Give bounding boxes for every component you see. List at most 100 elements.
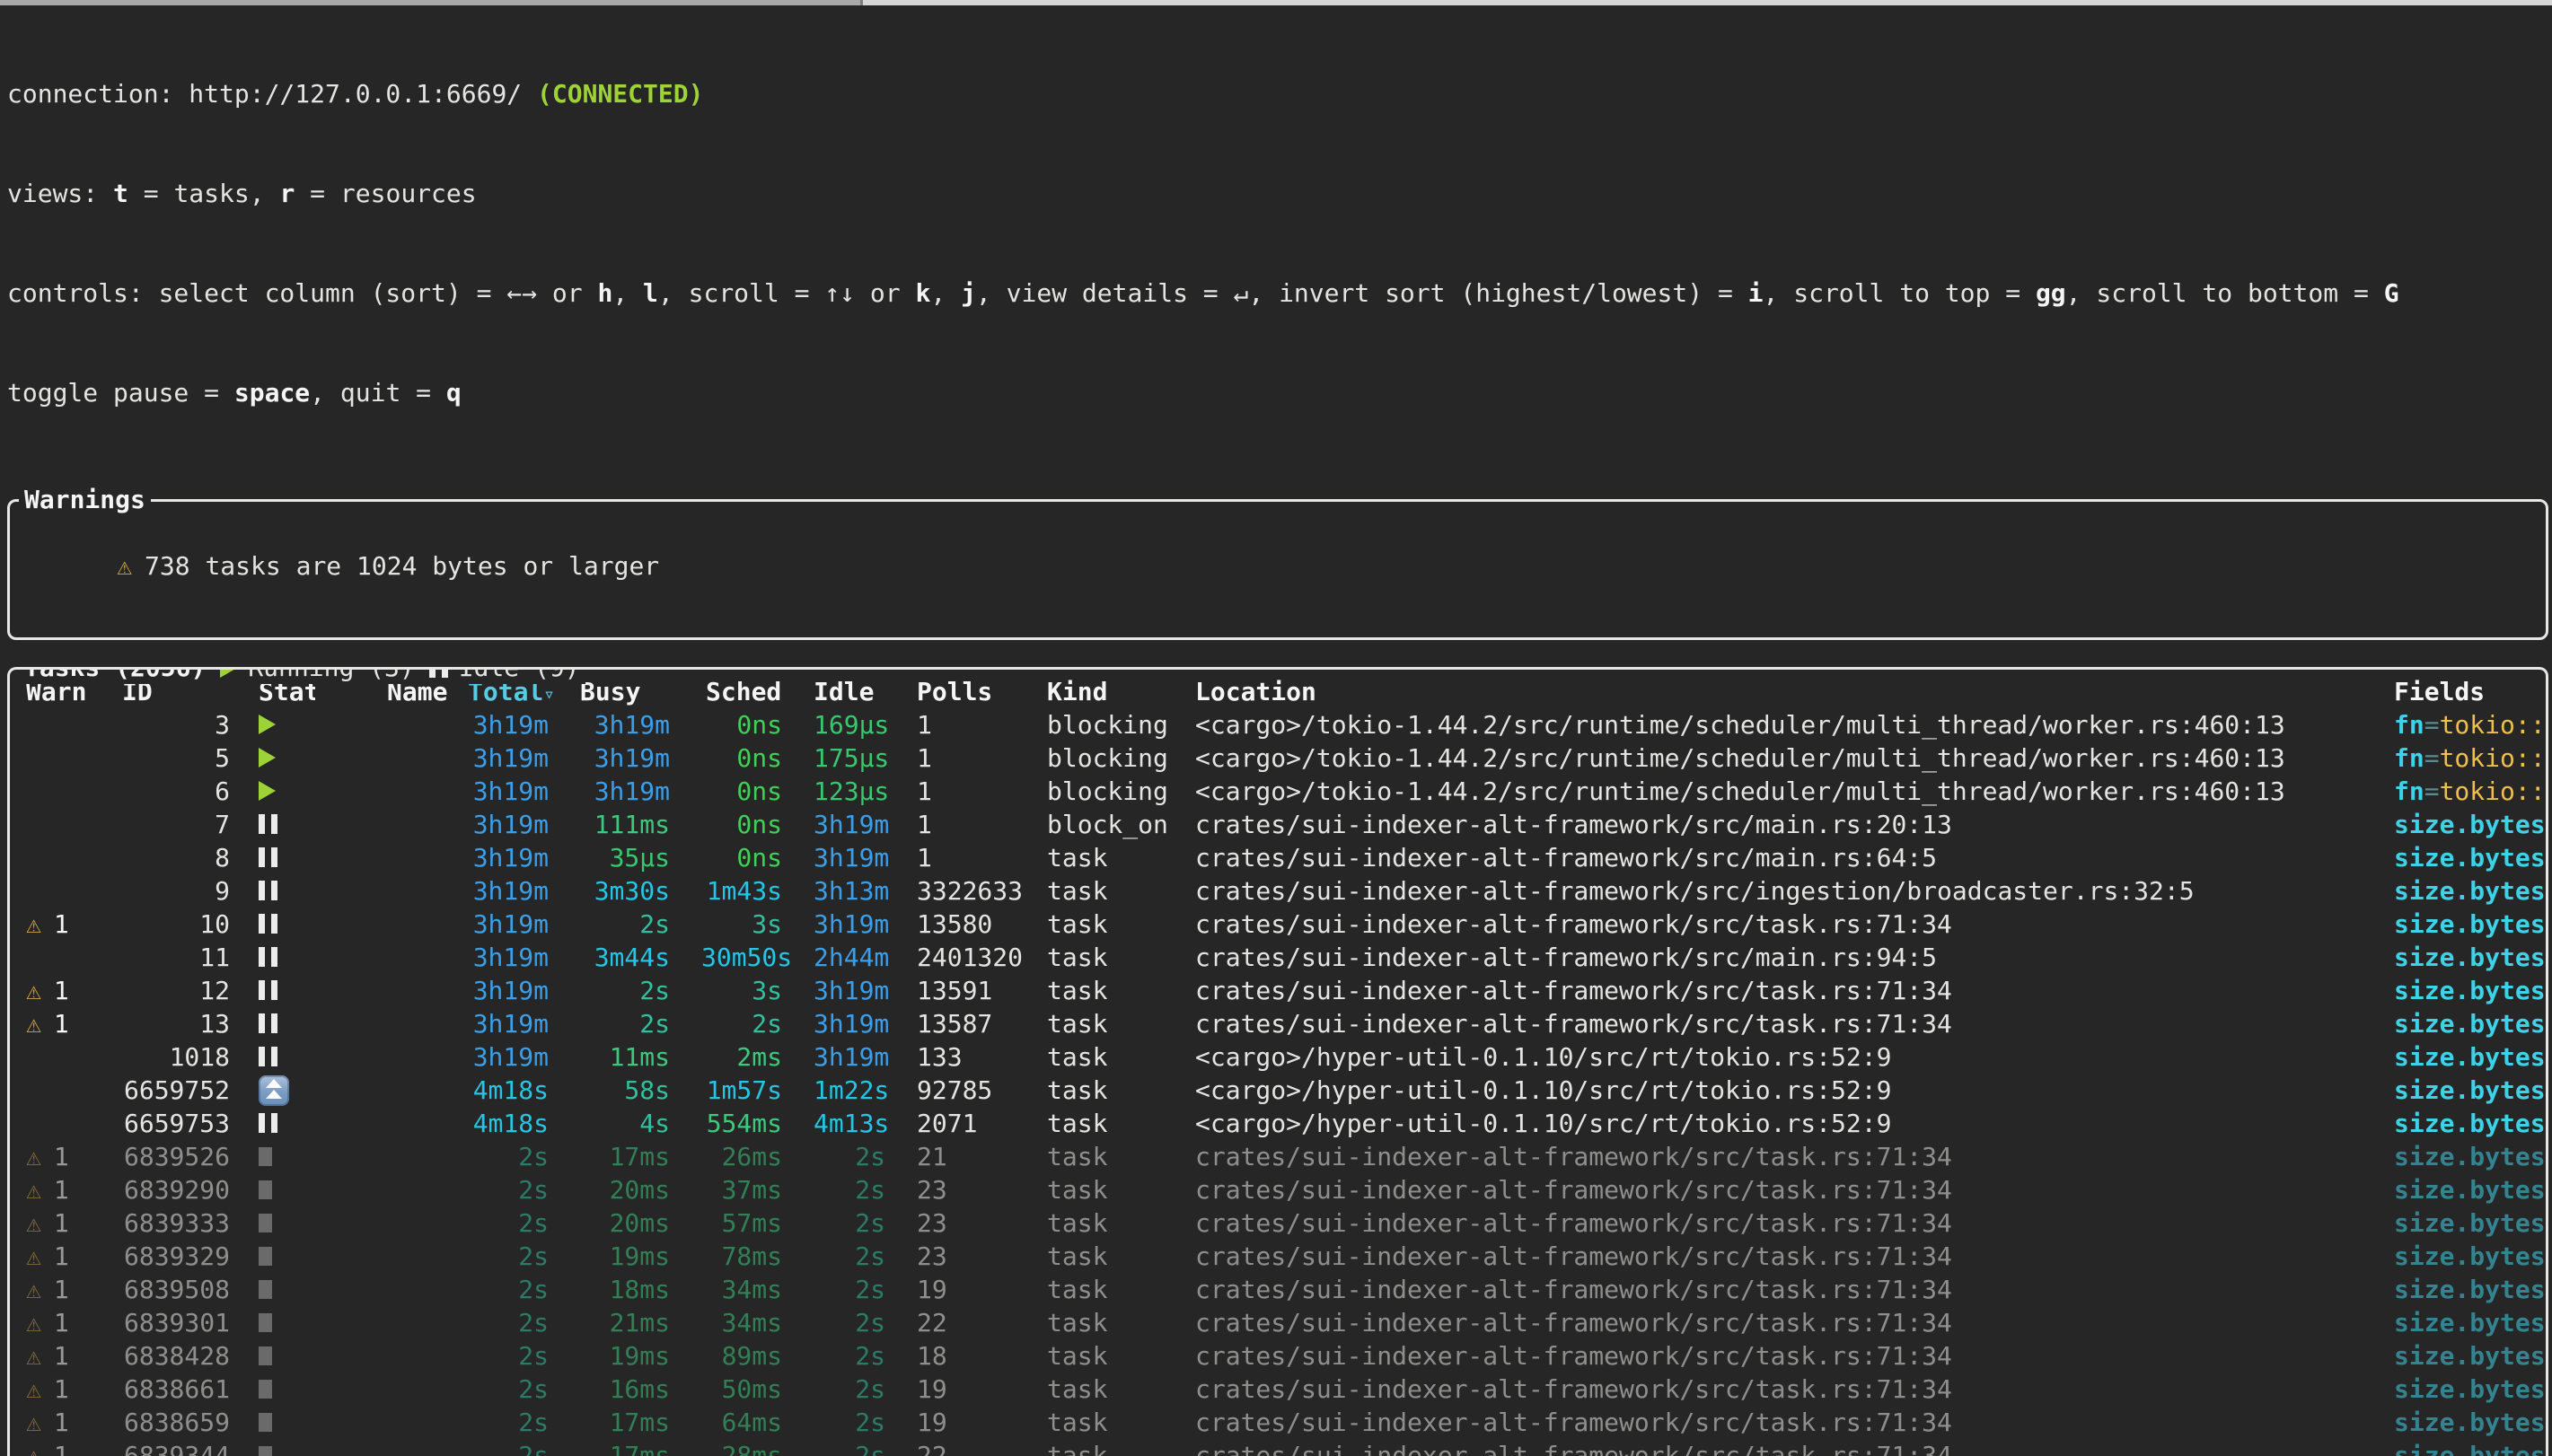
text-segment: controls: select column (sort) = (7, 278, 506, 308)
cell-location: crates/sui-indexer-alt-framework/src/tas… (1195, 1273, 2394, 1306)
cell-busy: 18ms (580, 1273, 701, 1306)
cell-warn (10, 1107, 109, 1140)
table-row[interactable]: ⚠1 6839333 2s 20ms 57ms 2s 23 task crate… (10, 1206, 2546, 1240)
cell-total: 2s (468, 1406, 580, 1439)
cell-state (230, 1007, 315, 1040)
window-chrome-right (863, 0, 2552, 5)
cell-polls: 1 (917, 741, 1047, 775)
table-row[interactable]: ⚠1 10 3h19m 2s 3s 3h19m 13580 task crate… (10, 908, 2546, 941)
cell-busy: 3h19m (580, 775, 701, 808)
cell-total: 3h19m (468, 1040, 580, 1074)
table-row[interactable]: 3 3h19m 3h19m 0ns 169µs 1 blocking <carg… (10, 708, 2546, 741)
column-header-busy[interactable]: Busy (580, 675, 701, 708)
cell-name (315, 841, 468, 874)
cell-busy: 11ms (580, 1040, 701, 1074)
cell-name (315, 874, 468, 908)
cell-location: crates/sui-indexer-alt-framework/src/tas… (1195, 1306, 2394, 1339)
field-name: size.bytes (2394, 1275, 2546, 1304)
column-header-idle[interactable]: Idle (814, 675, 917, 708)
cell-state (230, 1140, 315, 1173)
cell-fields: size.bytes= (2394, 1007, 2546, 1040)
table-row[interactable]: ⚠1 6839344 2s 17ms 28ms 2s 22 task crate… (10, 1439, 2546, 1456)
field-name: size.bytes (2394, 1441, 2546, 1456)
cell-task-id: 6659752 (109, 1074, 230, 1107)
text-segment: toggle pause = (7, 378, 234, 408)
column-header-sched[interactable]: Sched (701, 675, 814, 708)
cell-total: 4m18s (468, 1107, 580, 1140)
cell-location: crates/sui-indexer-alt-framework/src/tas… (1195, 1140, 2394, 1173)
table-row[interactable]: ⚠1 6838661 2s 16ms 50ms 2s 19 task crate… (10, 1373, 2546, 1406)
table-row[interactable]: 9 3h19m 3m30s 1m43s 3h13m 3322633 task c… (10, 874, 2546, 908)
table-row[interactable]: ⚠1 6839301 2s 21ms 34ms 2s 22 task crate… (10, 1306, 2546, 1339)
table-row[interactable]: ⚠1 6839290 2s 20ms 37ms 2s 23 task crate… (10, 1173, 2546, 1206)
table-row[interactable]: ⚠1 6839329 2s 19ms 78ms 2s 23 task crate… (10, 1240, 2546, 1273)
cell-task-id: 9 (109, 874, 230, 908)
warning-item: ⚠738 tasks are 1024 bytes or larger (26, 516, 2546, 616)
cell-idle: 2s (814, 1406, 917, 1439)
cell-state (230, 1173, 315, 1206)
cell-busy: 17ms (580, 1406, 701, 1439)
cell-sched: 30m50s (701, 941, 814, 974)
cell-state (230, 1373, 315, 1406)
cell-polls: 1 (917, 808, 1047, 841)
text-segment: connection: http://127.0.0.1:6669/ (7, 79, 537, 109)
cell-state (230, 775, 315, 808)
field-name: size.bytes (2394, 810, 2546, 839)
cell-total: 2s (468, 1439, 580, 1456)
task-state-icon (259, 947, 277, 967)
table-row[interactable]: ⚠1 6839508 2s 18ms 34ms 2s 19 task crate… (10, 1273, 2546, 1306)
field-name: size.bytes (2394, 1241, 2546, 1271)
cell-warn (10, 1040, 109, 1074)
task-state-icon (259, 1214, 272, 1232)
task-state-icon (259, 1075, 289, 1106)
cell-name (315, 1406, 468, 1439)
task-warning-icon: ⚠ (26, 909, 41, 939)
cell-task-id: 6839290 (109, 1173, 230, 1206)
table-row[interactable]: ⚠1 12 3h19m 2s 3s 3h19m 13591 task crate… (10, 974, 2546, 1007)
warn-count: 1 (54, 1341, 69, 1371)
cell-state (230, 941, 315, 974)
table-row[interactable]: 6 3h19m 3h19m 0ns 123µs 1 blocking <carg… (10, 775, 2546, 808)
table-row[interactable]: 8 3h19m 35µs 0ns 3h19m 1 task crates/sui… (10, 841, 2546, 874)
field-name: size.bytes (2394, 1408, 2546, 1437)
cell-fields: size.bytes= (2394, 874, 2546, 908)
cell-total: 3h19m (468, 974, 580, 1007)
cell-idle: 3h13m (814, 874, 917, 908)
cell-idle: 3h19m (814, 908, 917, 941)
cell-polls: 1 (917, 775, 1047, 808)
cell-total: 3h19m (468, 808, 580, 841)
table-row[interactable]: ⚠1 6839526 2s 17ms 26ms 2s 21 task crate… (10, 1140, 2546, 1173)
table-row[interactable]: 5 3h19m 3h19m 0ns 175µs 1 blocking <carg… (10, 741, 2546, 775)
cell-idle: 175µs (814, 741, 917, 775)
field-value: tokio::r (2440, 776, 2546, 806)
field-name: size.bytes (2394, 943, 2546, 972)
cell-kind: task (1047, 841, 1195, 874)
cell-location: crates/sui-indexer-alt-framework/src/tas… (1195, 1007, 2394, 1040)
table-row[interactable]: 11 3h19m 3m44s 30m50s 2h44m 2401320 task… (10, 941, 2546, 974)
running-icon (220, 667, 237, 678)
controls-line: controls: select column (sort) = ←→ or h… (7, 276, 2552, 310)
table-row[interactable]: ⚠1 13 3h19m 2s 2s 3h19m 13587 task crate… (10, 1007, 2546, 1040)
cell-idle: 2s (814, 1240, 917, 1273)
table-row[interactable]: ⚠1 6838428 2s 19ms 89ms 2s 18 task crate… (10, 1339, 2546, 1373)
table-row[interactable]: ⚠1 6838659 2s 17ms 64ms 2s 19 task crate… (10, 1406, 2546, 1439)
table-row[interactable]: 1018 3h19m 11ms 2ms 3h19m 133 task <carg… (10, 1040, 2546, 1074)
cell-task-id: 6838659 (109, 1406, 230, 1439)
toggle-line: toggle pause = space, quit = q (7, 376, 2552, 409)
cell-state (230, 908, 315, 941)
table-row[interactable]: 7 3h19m 111ms 0ns 3h19m 1 block_on crate… (10, 808, 2546, 841)
text-segment: , invert sort (highest/lowest) = (1248, 278, 1747, 308)
column-header-kind[interactable]: Kind (1047, 675, 1195, 708)
table-row[interactable]: 6659752 4m18s 58s 1m57s 1m22s 92785 task… (10, 1074, 2546, 1107)
cell-total: 3h19m (468, 708, 580, 741)
column-header-polls[interactable]: Polls (917, 675, 1047, 708)
warn-count: 1 (54, 909, 69, 939)
text-segment: , view details = (976, 278, 1234, 308)
field-name: size.bytes (2394, 909, 2546, 939)
column-header-location[interactable]: Location (1195, 675, 2394, 708)
column-header-fields[interactable]: Fields (2394, 675, 2546, 708)
warn-count: 1 (54, 1374, 69, 1404)
cell-fields: size.bytes= (2394, 1273, 2546, 1306)
table-row[interactable]: 6659753 4m18s 4s 554ms 4m13s 2071 task <… (10, 1107, 2546, 1140)
text-segment: t (113, 179, 128, 208)
